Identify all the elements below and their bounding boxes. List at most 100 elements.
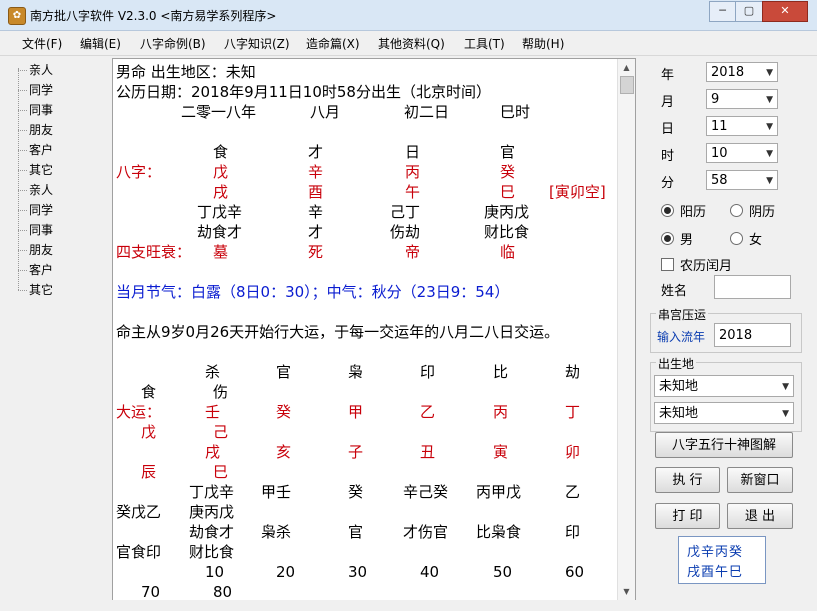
tree-item[interactable]: 同事 [18,221,53,241]
solar-radio[interactable]: 阳历 [661,201,706,220]
province-select[interactable]: 未知地 ▼ [654,375,794,397]
hidden-stems: 辛 [308,203,324,221]
ten-god: 日 [405,143,421,161]
tree-item[interactable]: 同事 [18,101,53,121]
dayun-god: 劫 [565,363,581,381]
dayun-age: 80 [213,583,233,600]
hour-label: 时 [661,149,675,164]
growth-phase: 帝 [405,243,421,261]
status-bar [0,600,817,611]
hidden-gods: 劫食才 [197,223,243,241]
hidden-stems: 庚丙戊 [484,203,530,221]
chevron-down-icon: ▼ [766,95,773,105]
scroll-down-icon[interactable]: ▼ [618,583,635,600]
tree-item[interactable]: 同学 [18,201,53,221]
gear-icon[interactable]: ✿ [8,7,26,25]
dayun-god: 官 [276,363,292,381]
dayun-hidden-god: 印 [565,523,581,541]
month-select[interactable]: 9 ▼ [706,89,778,109]
dayun-stem: 己 [213,423,229,441]
day-select[interactable]: 11 ▼ [706,116,778,136]
scroll-thumb[interactable] [620,76,634,94]
menu-file[interactable]: 文件(F) [22,35,62,52]
run-button[interactable]: 执 行 [655,467,720,493]
dayun-hidden: 甲壬 [261,483,292,501]
menu-help[interactable]: 帮助(H) [522,35,564,52]
dayun-stem: 乙 [420,403,436,421]
dayun-branch: 卯 [565,443,581,461]
liunian-input[interactable]: 2018 [714,323,791,347]
dayun-label: 大运： [116,403,162,421]
hour-select[interactable]: 10 ▼ [706,143,778,163]
chevron-down-icon: ▼ [766,68,773,78]
chart-document[interactable]: 男命 出生地区：未知 公历日期：2018年9月11日10时58分出生（北京时间）… [112,58,636,601]
minimize-button[interactable]: ─ [709,1,736,22]
heavenly-stem: 癸 [500,163,516,181]
dayun-age: 50 [493,563,513,581]
vertical-scrollbar[interactable]: ▲ ▼ [617,59,635,600]
menu-bar: 文件(F) 编辑(E) 八字命例(B) 八字知识(Z) 造命篇(X) 其他资料(… [0,31,817,56]
month-label: 月 [661,95,675,110]
menu-other[interactable]: 其他资料(Q) [378,35,445,52]
menu-bazi-knowledge[interactable]: 八字知识(Z) [224,35,290,52]
dayun-branch: 戌 [205,443,221,461]
dayun-age: 60 [565,563,585,581]
tree-item[interactable]: 亲人 [18,181,53,201]
new-window-button[interactable]: 新窗口 [727,467,793,493]
tree-item[interactable]: 同学 [18,81,53,101]
minute-label: 分 [661,176,675,191]
hidden-stems: 己丁 [390,203,421,221]
dayun-hidden: 癸 [348,483,364,501]
dayun-hidden-god: 比枭食 [476,523,522,541]
earthly-branch: 午 [405,183,421,201]
maximize-button[interactable]: ▢ [735,1,763,22]
tree-item[interactable]: 亲人 [18,61,53,81]
male-radio[interactable]: 男 [661,229,693,248]
tree-item[interactable]: 其它 [18,161,53,181]
tree-item[interactable]: 朋友 [18,241,53,261]
document-content: 男命 出生地区：未知 公历日期：2018年9月11日10时58分出生（北京时间）… [113,59,618,600]
dayun-hidden: 丁戊辛 [189,483,235,501]
dayun-age: 40 [420,563,440,581]
name-input[interactable] [714,275,791,299]
leap-month-checkbox[interactable]: 农历闰月 [661,255,732,274]
dayun-branch: 辰 [141,463,157,481]
exit-button[interactable]: 退 出 [727,503,793,529]
year-select[interactable]: 2018 ▼ [706,62,778,82]
city-select[interactable]: 未知地 ▼ [654,402,794,424]
dayun-stem: 癸 [276,403,292,421]
growth-phase: 临 [500,243,516,261]
hidden-gods: 伤劫 [390,223,421,241]
wuxing-diagram-button[interactable]: 八字五行十神图解 [655,432,793,458]
menu-bazi-cases[interactable]: 八字命例(B) [140,35,206,52]
ten-god: 才 [308,143,324,161]
dayun-stem: 甲 [348,403,364,421]
earthly-branch: 戌 [213,183,229,201]
dayun-hidden-god: 官食印 [116,543,162,561]
day-label: 日 [661,122,675,137]
tree-item[interactable]: 其它 [18,281,53,301]
tree-item[interactable]: 客户 [18,141,53,161]
menu-edit[interactable]: 编辑(E) [80,35,121,52]
menu-zaoming[interactable]: 造命篇(X) [306,35,360,52]
growth-phase: 死 [308,243,324,261]
dayun-branch: 子 [348,443,364,461]
dayun-stem: 戊 [141,423,157,441]
growth-phase: 墓 [213,243,229,261]
female-radio[interactable]: 女 [730,229,762,248]
dayun-god: 比 [493,363,509,381]
lunar-radio[interactable]: 阴历 [730,201,775,220]
chevron-down-icon: ▼ [782,409,789,419]
minute-select[interactable]: 58 ▼ [706,170,778,190]
liunian-label: 输入流年 [657,330,706,344]
dayun-branch: 丑 [420,443,436,461]
print-button[interactable]: 打 印 [655,503,720,529]
dayun-god: 食 [141,383,157,401]
tree-item[interactable]: 客户 [18,261,53,281]
dayun-hidden-god: 财比食 [189,543,235,561]
dayun-stem: 壬 [205,403,221,421]
scroll-up-icon[interactable]: ▲ [618,59,635,76]
tree-item[interactable]: 朋友 [18,121,53,141]
close-button[interactable]: ✕ [762,1,808,22]
menu-tools[interactable]: 工具(T) [464,35,505,52]
